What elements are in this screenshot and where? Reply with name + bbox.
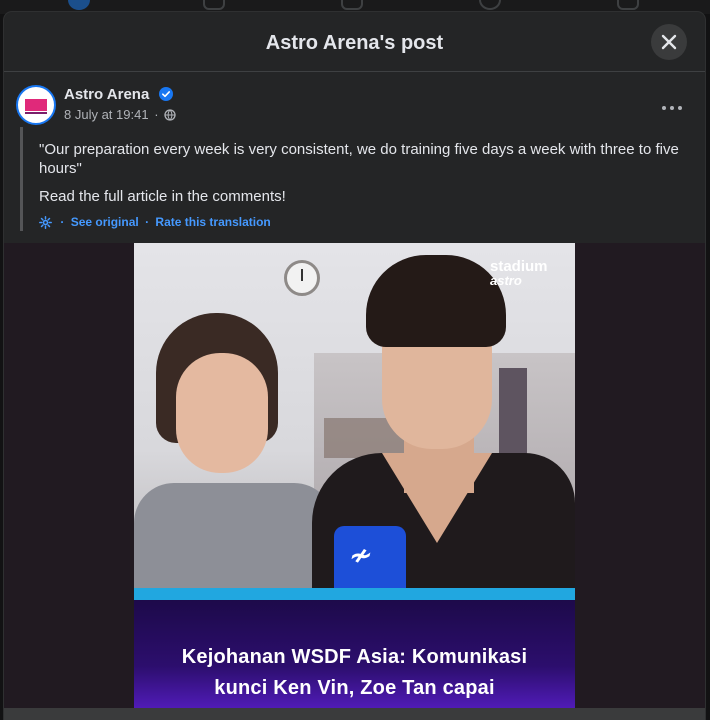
- post-timestamp[interactable]: 8 July at 19:41: [64, 107, 149, 122]
- rate-translation-link[interactable]: Rate this translation: [155, 215, 270, 229]
- meta-separator: ·: [154, 107, 159, 122]
- modal-title: Astro Arena's post: [265, 32, 444, 54]
- bottom-edge: [4, 708, 705, 720]
- gear-icon: [39, 216, 52, 229]
- stadium-astro-watermark: stadium astro: [490, 258, 548, 288]
- video-icon[interactable]: [203, 0, 225, 10]
- video-caption-panel: Kejohanan WSDF Asia: Komunikasi kunci Ke…: [134, 600, 575, 720]
- globe-icon: [164, 109, 176, 121]
- person-left: [176, 353, 268, 473]
- post-text: "Our preparation every week is very cons…: [39, 141, 679, 177]
- home-icon[interactable]: [68, 0, 90, 10]
- astro-arena-logo: [25, 99, 47, 111]
- close-icon: [661, 34, 677, 50]
- author-row: Astro Arena: [64, 86, 173, 106]
- media-area: ≁ stadium astro Kejohanan WSDF Asia: Kom…: [4, 243, 705, 720]
- marketplace-icon[interactable]: [341, 0, 363, 10]
- post-video[interactable]: ≁ stadium astro Kejohanan WSDF Asia: Kom…: [134, 243, 575, 720]
- groups-icon[interactable]: [479, 0, 501, 10]
- microphone-icon: ≁: [334, 526, 406, 588]
- caption-accent-bar: [134, 588, 575, 600]
- translation-controls: · See original · Rate this translation: [39, 215, 685, 231]
- post-meta: 8 July at 19:41 ·: [64, 107, 176, 125]
- verified-badge-icon: [158, 87, 173, 101]
- modal-header: Astro Arena's post: [4, 12, 705, 72]
- wall-clock-icon: [284, 260, 320, 296]
- see-original-link[interactable]: See original: [71, 215, 139, 229]
- author-name[interactable]: Astro Arena: [64, 86, 149, 103]
- translated-text-block: "Our preparation every week is very cons…: [20, 127, 685, 231]
- close-button[interactable]: [651, 24, 687, 60]
- post-modal: Astro Arena's post Astro Arena 8 July at…: [4, 12, 705, 720]
- avatar[interactable]: [16, 85, 56, 125]
- post-text-secondary: Read the full article in the comments!: [39, 188, 286, 205]
- more-options-button[interactable]: [660, 98, 688, 118]
- more-options-icon: [662, 106, 666, 110]
- gaming-icon[interactable]: [617, 0, 639, 10]
- post-card: Astro Arena 8 July at 19:41 · "Our prepa…: [4, 72, 705, 243]
